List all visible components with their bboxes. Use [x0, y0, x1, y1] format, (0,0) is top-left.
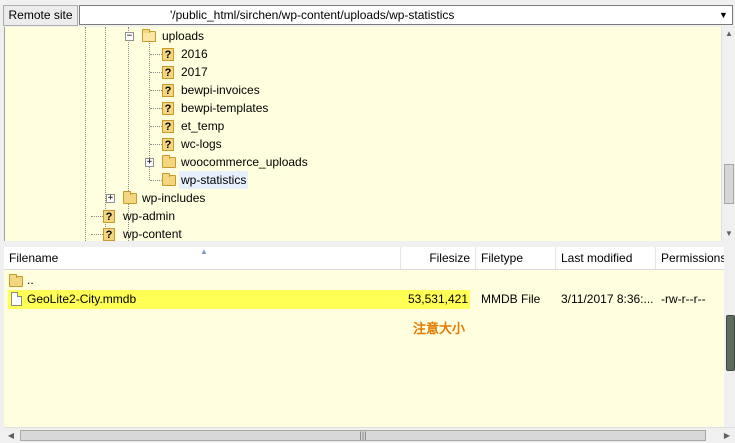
- expand-icon[interactable]: +: [106, 194, 115, 203]
- tree-item-woocommerce-uploads[interactable]: + woocommerce_uploads: [5, 153, 605, 171]
- tree-item-et-temp[interactable]: ? et_temp: [5, 117, 605, 135]
- tree-scroll-thumb[interactable]: [724, 164, 734, 204]
- unknown-folder-icon: ?: [162, 120, 174, 133]
- column-label: Filetype: [481, 251, 524, 265]
- tree-item-label: wp-statistics: [179, 171, 249, 189]
- tree-item-label: woocommerce_uploads: [181, 155, 308, 169]
- horizontal-scroll-thumb[interactable]: |||: [20, 430, 706, 441]
- folder-icon: [162, 173, 176, 186]
- file-icon: [11, 292, 22, 306]
- scroll-left-icon[interactable]: ◀: [4, 429, 18, 443]
- remote-site-label: Remote site: [3, 5, 78, 26]
- unknown-folder-icon: ?: [162, 84, 174, 97]
- remote-file-list[interactable]: Filename ▲ Filesize Filetype Last modifi…: [4, 247, 724, 427]
- remote-site-path-input[interactable]: '/public_html/sirchen/wp-content/uploads…: [79, 5, 733, 25]
- size-annotation: 注意大小: [413, 322, 466, 337]
- folder-icon: [162, 155, 176, 168]
- file-row[interactable]: GeoLite2-City.mmdb 53,531,421 MMDB File …: [4, 290, 724, 309]
- tree-item-label: et_temp: [181, 119, 225, 133]
- remote-site-bar: Remote site '/public_html/sirchen/wp-con…: [0, 0, 735, 30]
- folder-icon: [9, 274, 23, 287]
- remote-site-path-text: '/public_html/sirchen/wp-content/uploads…: [170, 8, 455, 22]
- file-list-header: Filename ▲ Filesize Filetype Last modifi…: [4, 247, 724, 270]
- column-last-modified[interactable]: Last modified: [556, 247, 656, 269]
- scroll-right-icon[interactable]: ▶: [720, 429, 734, 443]
- tree-item-2016[interactable]: ? 2016: [5, 45, 605, 63]
- tree-item-wc-logs[interactable]: ? wc-logs: [5, 135, 605, 153]
- file-type: MMDB File: [481, 292, 541, 306]
- file-list-vertical-scrollbar[interactable]: [724, 247, 735, 427]
- file-size: 53,531,421: [407, 292, 468, 306]
- tree-item-label: wp-admin: [123, 209, 176, 223]
- file-name: GeoLite2-City.mmdb: [27, 292, 137, 306]
- file-scroll-thumb[interactable]: [726, 315, 735, 371]
- sort-ascending-icon: ▲: [200, 247, 208, 256]
- folder-open-icon: [142, 29, 156, 42]
- unknown-folder-icon: ?: [103, 228, 115, 241]
- column-permissions[interactable]: Permissions: [656, 247, 724, 269]
- collapse-icon[interactable]: −: [125, 32, 134, 41]
- column-filetype[interactable]: Filetype: [476, 247, 556, 269]
- column-label: Filename: [9, 251, 59, 265]
- column-label: Filesize: [429, 251, 470, 265]
- unknown-folder-icon: ?: [162, 66, 174, 79]
- file-permissions: -rw-r--r--: [661, 292, 706, 306]
- tree-item-label: bewpi-templates: [181, 101, 269, 115]
- tree-item-label: wp-content: [123, 227, 182, 241]
- folder-icon: [123, 191, 137, 204]
- tree-item-bewpi-templates[interactable]: ? bewpi-templates: [5, 99, 605, 117]
- tree-item-2017[interactable]: ? 2017: [5, 63, 605, 81]
- file-list-horizontal-scrollbar[interactable]: ◀ ||| ▶: [4, 427, 735, 443]
- tree-item-wp-content[interactable]: ? wp-content: [5, 225, 605, 241]
- remote-directory-tree[interactable]: − uploads ? 2016 ? 2017 ? bewpi-invoices…: [4, 27, 722, 241]
- tree-item-bewpi-invoices[interactable]: ? bewpi-invoices: [5, 81, 605, 99]
- tree-item-wp-admin[interactable]: ? wp-admin: [5, 207, 605, 225]
- tree-item-label: bewpi-invoices: [181, 83, 260, 97]
- file-modified: 3/11/2017 8:36:...: [561, 292, 654, 306]
- unknown-folder-icon: ?: [162, 48, 174, 61]
- scroll-down-icon[interactable]: ▼: [722, 227, 735, 241]
- file-row-parent[interactable]: ..: [4, 271, 724, 290]
- tree-vertical-scrollbar[interactable]: ▲ ▼: [721, 27, 735, 241]
- expand-icon[interactable]: +: [145, 158, 154, 167]
- tree-item-wp-includes[interactable]: + wp-includes: [5, 189, 605, 207]
- column-filesize[interactable]: Filesize: [401, 247, 476, 269]
- tree-item-label: wp-includes: [142, 191, 206, 205]
- tree-item-label: wc-logs: [181, 137, 222, 151]
- chevron-down-icon[interactable]: ▼: [715, 6, 732, 24]
- unknown-folder-icon: ?: [162, 138, 174, 151]
- tree-item-label: 2016: [181, 47, 208, 61]
- file-name: ..: [27, 273, 34, 287]
- tree-item-wp-statistics[interactable]: wp-statistics: [5, 171, 605, 189]
- unknown-folder-icon: ?: [103, 210, 115, 223]
- column-label: Permissions: [661, 251, 724, 265]
- tree-item-label: uploads: [162, 29, 205, 43]
- column-filename[interactable]: Filename ▲: [4, 247, 401, 269]
- scroll-up-icon[interactable]: ▲: [722, 27, 735, 41]
- column-label: Last modified: [561, 251, 633, 265]
- tree-item-uploads[interactable]: − uploads: [5, 27, 605, 45]
- tree-item-label: 2017: [181, 65, 208, 79]
- unknown-folder-icon: ?: [162, 102, 174, 115]
